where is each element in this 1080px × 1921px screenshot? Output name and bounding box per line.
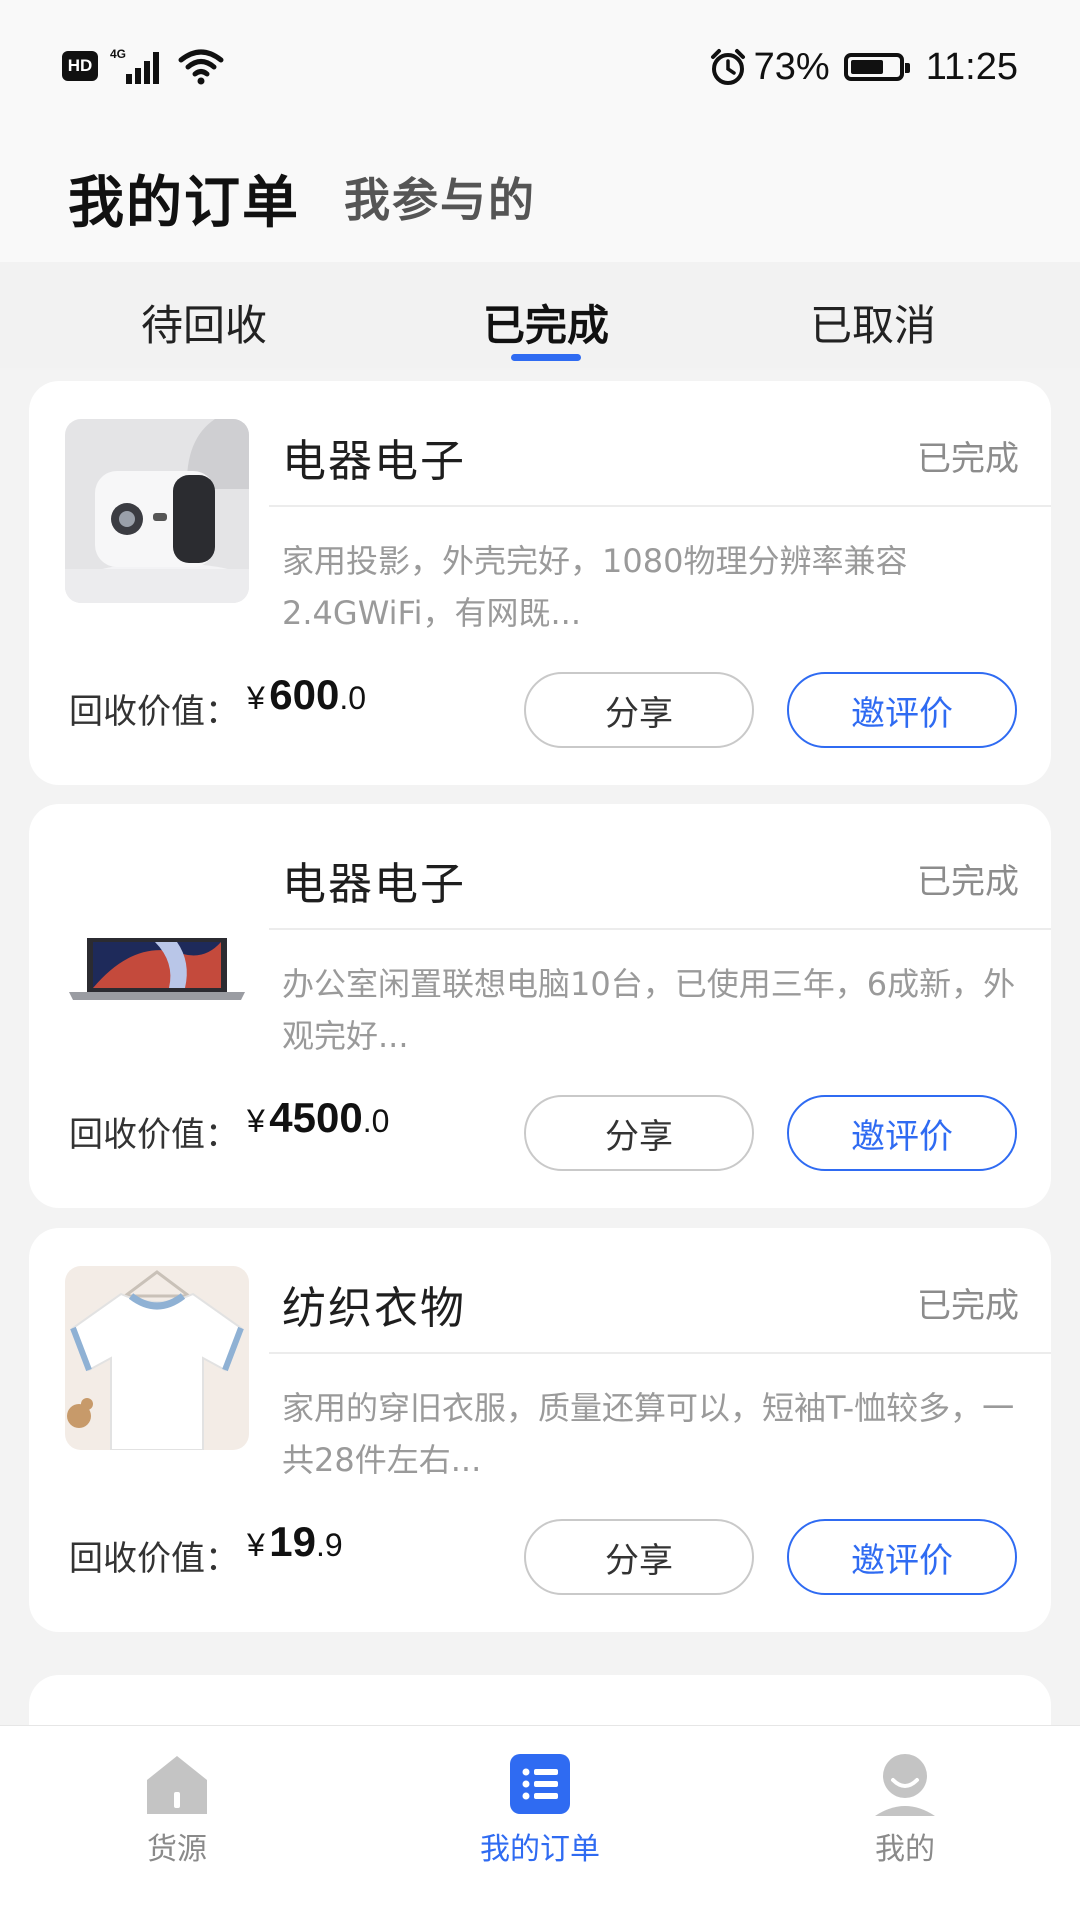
order-card[interactable]: 电器电子 已完成 家用投影，外壳完好，1080物理分辨率兼容2.4GWiFi，有… <box>29 381 1051 785</box>
page-header: 我的订单 我参与的 <box>0 130 1080 262</box>
status-left: HD 4G <box>62 46 224 86</box>
tab-active-indicator <box>511 354 581 361</box>
alarm-icon <box>710 49 745 85</box>
order-description: 办公室闲置联想电脑10台，已使用三年，6成新，外观完好... <box>282 965 1016 1055</box>
battery-fill <box>850 60 883 74</box>
person-icon <box>875 1754 935 1816</box>
price-value: ¥ 19.9 <box>247 1518 343 1566</box>
clock: 11:25 <box>925 45 1018 88</box>
order-category: 纺织衣物 <box>282 1283 466 1334</box>
battery-icon <box>843 53 910 81</box>
order-status: 已完成 <box>917 862 1019 902</box>
divider <box>269 1352 1051 1354</box>
tab-pending[interactable]: 待回收 <box>141 292 267 353</box>
order-card[interactable]: 电器电子 已完成 办公室闲置联想电脑10台，已使用三年，6成新，外观完好... … <box>29 804 1051 1208</box>
signal-icon: 4G <box>110 47 159 84</box>
share-button[interactable]: 分享 <box>524 672 754 748</box>
divider <box>269 505 1051 507</box>
house-icon <box>147 1756 207 1814</box>
price-integer: 600 <box>269 671 340 718</box>
tab-completed[interactable]: 已完成 <box>483 292 609 353</box>
order-category: 电器电子 <box>282 859 466 910</box>
hd-badge: HD <box>62 51 98 81</box>
invite-review-button[interactable]: 邀评价 <box>787 1095 1017 1171</box>
projector-image <box>65 419 249 603</box>
price-integer: 19 <box>269 1518 316 1565</box>
order-description: 家用的穿旧衣服，质量还算可以，短袖T-恤较多，一共28件左右... <box>282 1389 1015 1479</box>
participated-tab[interactable]: 我参与的 <box>344 164 536 230</box>
price-decimal: .0 <box>362 1103 390 1139</box>
divider <box>269 928 1051 930</box>
wifi-icon <box>178 49 224 85</box>
tab-cancelled[interactable]: 已取消 <box>810 292 936 353</box>
share-button[interactable]: 分享 <box>524 1519 754 1595</box>
nav-item-sources[interactable]: 货源 <box>77 1750 277 1868</box>
nav-item-my-orders[interactable]: 我的订单 <box>440 1750 640 1868</box>
price-value: ¥ 600.0 <box>247 671 366 719</box>
price-label: 回收价值： <box>69 1115 239 1155</box>
order-status: 已完成 <box>917 1286 1019 1326</box>
currency-symbol: ¥ <box>247 680 265 716</box>
nav-label-my-orders: 我的订单 <box>480 1832 600 1867</box>
price-integer: 4500 <box>269 1094 363 1141</box>
price-decimal: .9 <box>315 1527 343 1563</box>
order-card[interactable]: 纺织衣物 已完成 家用的穿旧衣服，质量还算可以，短袖T-恤较多，一共28件左右.… <box>29 1228 1051 1632</box>
bottom-nav: 货源 我的订单 我的 <box>0 1725 1080 1921</box>
battery-percent: 73% <box>753 45 830 88</box>
price-label: 回收价值： <box>69 1539 239 1579</box>
currency-symbol: ¥ <box>247 1103 265 1139</box>
laptop-image <box>65 842 249 1026</box>
status-bar: HD 4G 73% 11:25 <box>0 0 1080 130</box>
price-decimal: .0 <box>339 680 367 716</box>
nav-label-sources: 货源 <box>147 1832 207 1867</box>
share-button[interactable]: 分享 <box>524 1095 754 1171</box>
price-value: ¥ 4500.0 <box>247 1094 389 1142</box>
tshirt-image <box>65 1266 249 1450</box>
nav-item-profile[interactable]: 我的 <box>805 1750 1005 1868</box>
list-icon <box>510 1754 570 1814</box>
order-category: 电器电子 <box>282 436 466 487</box>
currency-symbol: ¥ <box>247 1527 265 1563</box>
order-status-tabs: 待回收 已完成 已取消 <box>0 262 1080 368</box>
invite-review-button[interactable]: 邀评价 <box>787 1519 1017 1595</box>
price-label: 回收价值： <box>69 692 239 732</box>
status-right: 73% 11:25 <box>708 40 1018 94</box>
order-status: 已完成 <box>917 439 1019 479</box>
page-title[interactable]: 我的订单 <box>68 158 300 239</box>
network-label: 4G <box>110 47 126 61</box>
order-description: 家用投影，外壳完好，1080物理分辨率兼容2.4GWiFi，有网既... <box>282 542 908 632</box>
invite-review-button[interactable]: 邀评价 <box>787 672 1017 748</box>
nav-label-profile: 我的 <box>875 1832 935 1867</box>
